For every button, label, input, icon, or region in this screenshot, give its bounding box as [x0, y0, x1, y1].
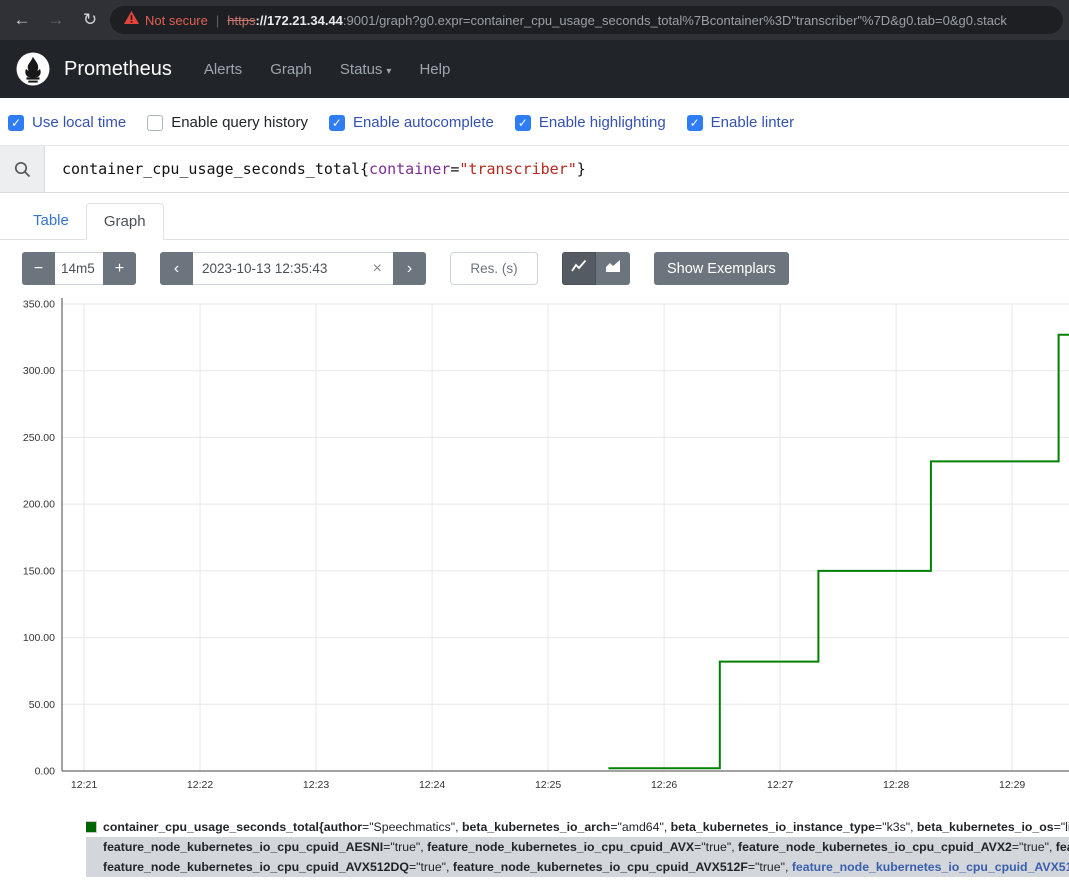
y-tick-label: 0.00: [35, 766, 56, 778]
x-tick-label: 12:24: [419, 779, 445, 791]
y-tick-label: 200.00: [23, 499, 55, 511]
nav-item-alerts[interactable]: Alerts: [204, 61, 242, 78]
chart-type-toggle: [562, 252, 630, 285]
url-host: ://172.21.34.44: [255, 13, 342, 28]
resolution-input[interactable]: [450, 252, 538, 285]
legend-line: feature_node_kubernetes_io_cpu_cpuid_AES…: [86, 837, 1069, 857]
query-bar: container_cpu_usage_seconds_total{contai…: [0, 145, 1069, 193]
y-tick-label: 250.00: [23, 432, 55, 444]
checkbox-label: Enable highlighting: [539, 114, 666, 131]
nav-item-status[interactable]: Status▾: [340, 61, 392, 78]
checkbox-label: Enable autocomplete: [353, 114, 494, 131]
stacked-chart-icon: [605, 258, 621, 279]
nav-item-graph[interactable]: Graph: [270, 61, 312, 78]
clear-icon[interactable]: ×: [371, 260, 384, 278]
duration-input[interactable]: [55, 252, 103, 285]
checkbox-box[interactable]: [147, 115, 163, 131]
url-text[interactable]: https://172.21.34.44:9001/graph?g0.expr=…: [227, 13, 1007, 28]
x-tick-label: 12:23: [303, 779, 329, 791]
graph-controls: − + ‹ 2023-10-13 12:35:43 × › S: [22, 252, 1069, 285]
checkbox-box[interactable]: ✓: [8, 115, 24, 131]
url-divider: |: [216, 13, 219, 28]
range-increase-button[interactable]: +: [103, 252, 136, 285]
brand-title[interactable]: Prometheus: [64, 58, 172, 81]
checkbox-box[interactable]: ✓: [329, 115, 345, 131]
checkbox-box[interactable]: ✓: [515, 115, 531, 131]
chevron-down-icon: ▾: [386, 66, 391, 77]
url-path: :9001/graph?g0.expr=container_cpu_usage_…: [343, 13, 1007, 28]
legend-line: container_cpu_usage_seconds_total{author…: [86, 817, 1069, 837]
query-token-punct: {: [360, 160, 369, 178]
checkbox-label: Enable linter: [711, 114, 794, 131]
checkbox-enable-autocomplete[interactable]: ✓ Enable autocomplete: [329, 114, 494, 131]
address-bar[interactable]: Not secure | https://172.21.34.44:9001/g…: [110, 6, 1063, 34]
nav-item-help[interactable]: Help: [419, 61, 450, 78]
legend-line: feature_node_kubernetes_io_cpu_cpuid_AVX…: [86, 857, 1069, 877]
browser-toolbar: ← → ↻ Not secure | https://172.21.34.44:…: [0, 0, 1069, 40]
line-chart-button[interactable]: [562, 252, 596, 285]
datetime-value: 2023-10-13 12:35:43: [202, 261, 371, 276]
x-tick-label: 12:25: [535, 779, 561, 791]
reload-icon[interactable]: ↻: [76, 6, 104, 34]
checkbox-use-local-time[interactable]: ✓ Use local time: [8, 114, 126, 131]
checkbox-enable-query-history[interactable]: Enable query history: [147, 114, 308, 131]
graph-panel: 0.00 50.00 100.00 150.00 200.00 250.00 300.00 3…: [0, 293, 1069, 793]
app-navbar: Prometheus Alerts Graph Status▾ Help: [0, 40, 1069, 98]
legend: container_cpu_usage_seconds_total{author…: [86, 817, 1069, 877]
not-secure-label[interactable]: Not secure: [145, 13, 208, 28]
range-stepper: − +: [22, 252, 136, 285]
forward-icon[interactable]: →: [42, 6, 70, 34]
panel-tabs: Table Graph: [0, 203, 1069, 240]
query-token-metric: container_cpu_usage_seconds_total: [62, 160, 360, 178]
datetime-input[interactable]: 2023-10-13 12:35:43 ×: [193, 252, 393, 285]
y-tick-label: 300.00: [23, 365, 55, 377]
tab-table[interactable]: Table: [16, 203, 86, 239]
x-tick-label: 12:29: [999, 779, 1025, 791]
tab-graph[interactable]: Graph: [86, 203, 164, 240]
line-chart-icon: [571, 258, 587, 279]
x-tick-label: 12:27: [767, 779, 793, 791]
prometheus-logo[interactable]: [16, 52, 50, 86]
show-exemplars-button[interactable]: Show Exemplars: [654, 252, 789, 285]
graph-canvas[interactable]: 0.00 50.00 100.00 150.00 200.00 250.00 300.00 3…: [0, 293, 1069, 793]
y-tick-label: 350.00: [23, 299, 55, 311]
query-token-label: container: [369, 160, 450, 178]
query-token-punct: }: [577, 160, 586, 178]
checkbox-label: Use local time: [32, 114, 126, 131]
checkbox-enable-linter[interactable]: ✓ Enable linter: [687, 114, 794, 131]
checkbox-enable-highlighting[interactable]: ✓ Enable highlighting: [515, 114, 666, 131]
y-tick-label: 50.00: [29, 699, 55, 711]
legend-swatch: [86, 822, 96, 832]
x-tick-label: 12:21: [71, 779, 97, 791]
chevron-right-icon[interactable]: ›: [393, 252, 426, 285]
x-tick-label: 12:22: [187, 779, 213, 791]
y-tick-label: 100.00: [23, 632, 55, 644]
y-tick-label: 150.00: [23, 565, 55, 577]
chevron-left-icon[interactable]: ‹: [160, 252, 193, 285]
x-tick-label: 12:28: [883, 779, 909, 791]
range-decrease-button[interactable]: −: [22, 252, 55, 285]
nav-menu: Alerts Graph Status▾ Help: [204, 61, 450, 78]
query-token-punct: =: [450, 160, 459, 178]
query-token-string: "transcriber": [459, 160, 576, 178]
warning-icon: [124, 11, 139, 29]
stacked-chart-button[interactable]: [596, 252, 630, 285]
series-line: [608, 335, 1069, 769]
search-icon: [0, 146, 45, 192]
checkbox-label: Enable query history: [171, 114, 308, 131]
url-scheme: https: [227, 13, 255, 28]
settings-row: ✓ Use local time Enable query history ✓ Enab…: [0, 98, 1069, 145]
x-tick-label: 12:26: [651, 779, 677, 791]
back-icon[interactable]: ←: [8, 6, 36, 34]
datetime-picker: ‹ 2023-10-13 12:35:43 × ›: [160, 252, 426, 285]
checkbox-box[interactable]: ✓: [687, 115, 703, 131]
query-input[interactable]: container_cpu_usage_seconds_total{contai…: [45, 146, 1069, 192]
